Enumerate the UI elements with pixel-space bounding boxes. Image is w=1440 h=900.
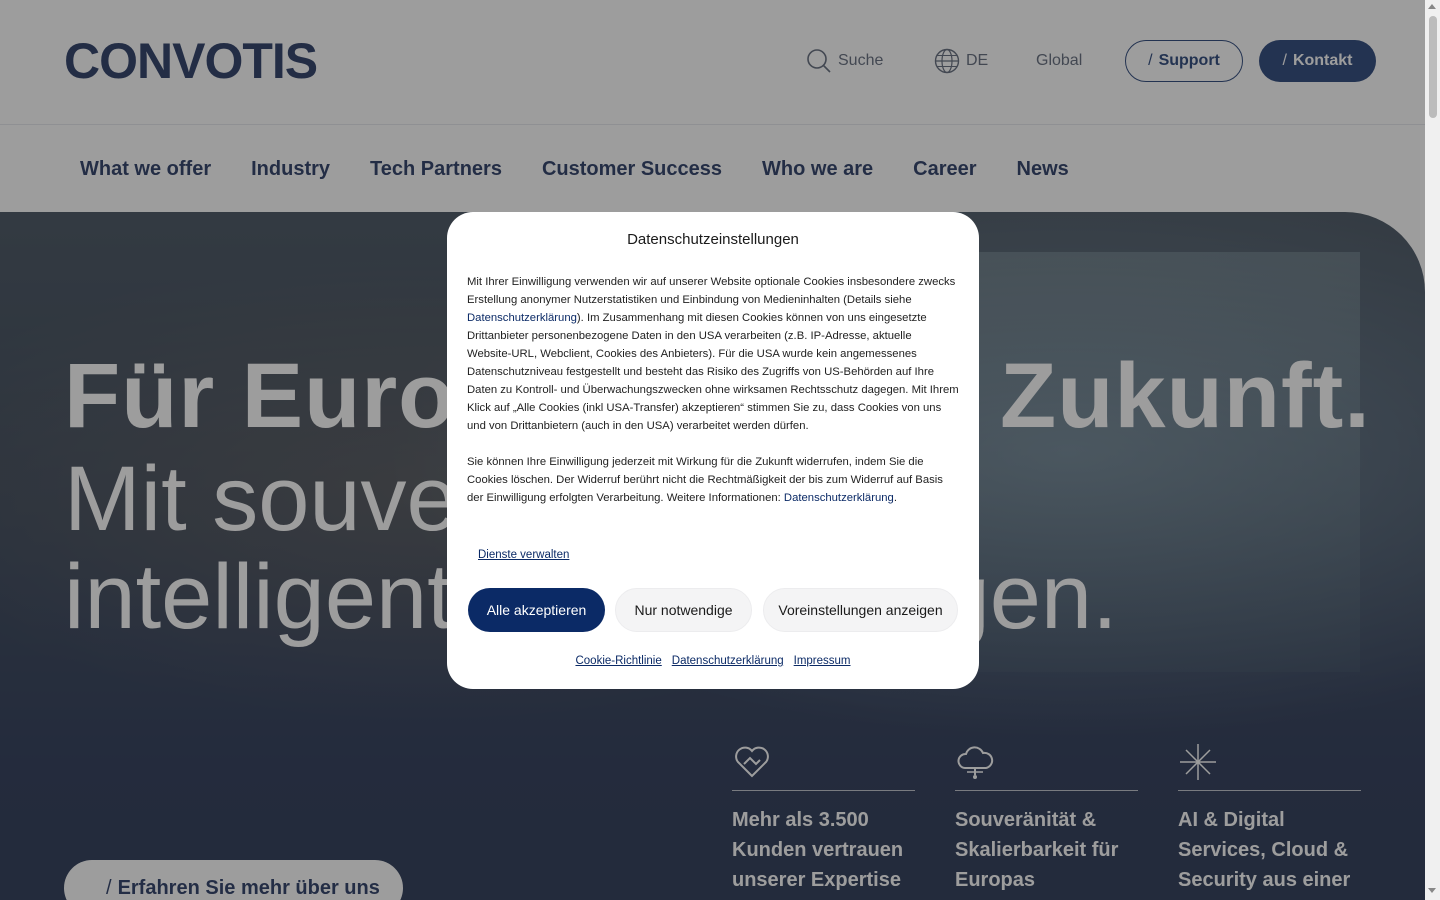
manage-services-link[interactable]: Dienste verwalten — [478, 549, 569, 561]
scrollbar-thumb[interactable] — [1429, 16, 1437, 118]
cookie-consent-dialog: Datenschutzeinstellungen Mit Ihrer Einwi… — [447, 212, 979, 689]
privacy-policy-link[interactable]: Datenschutzerklärung — [467, 312, 577, 324]
revocation-paragraph: Sie können Ihre Einwilligung jederzeit m… — [467, 453, 959, 507]
vertical-scrollbar[interactable] — [1425, 0, 1440, 900]
scroll-up-icon[interactable] — [1428, 4, 1436, 9]
privacy-policy-link[interactable]: Datenschutzerklärung — [784, 492, 894, 504]
cookie-policy-link[interactable]: Cookie-Richtlinie — [575, 655, 661, 667]
consent-paragraph: Mit Ihrer Einwilligung verwenden wir auf… — [467, 273, 959, 435]
consent-text: ). Im Zusammenhang mit diesen Cookies kö… — [467, 312, 959, 432]
necessary-only-button[interactable]: Nur notwendige — [615, 588, 752, 632]
dialog-footer-links: Cookie-Richtlinie Datenschutzerklärung I… — [447, 655, 979, 667]
dialog-body: Mit Ihrer Einwilligung verwenden wir auf… — [467, 273, 959, 507]
scroll-down-icon[interactable] — [1428, 888, 1436, 893]
imprint-link[interactable]: Impressum — [794, 655, 851, 667]
show-preferences-button[interactable]: Voreinstellungen anzeigen — [763, 588, 958, 632]
accept-all-button[interactable]: Alle akzeptieren — [468, 588, 605, 632]
dialog-title: Datenschutzeinstellungen — [627, 231, 799, 248]
consent-text: Mit Ihrer Einwilligung verwenden wir auf… — [467, 276, 956, 306]
revocation-text: . — [893, 492, 897, 504]
privacy-statement-link[interactable]: Datenschutzerklärung — [672, 655, 784, 667]
